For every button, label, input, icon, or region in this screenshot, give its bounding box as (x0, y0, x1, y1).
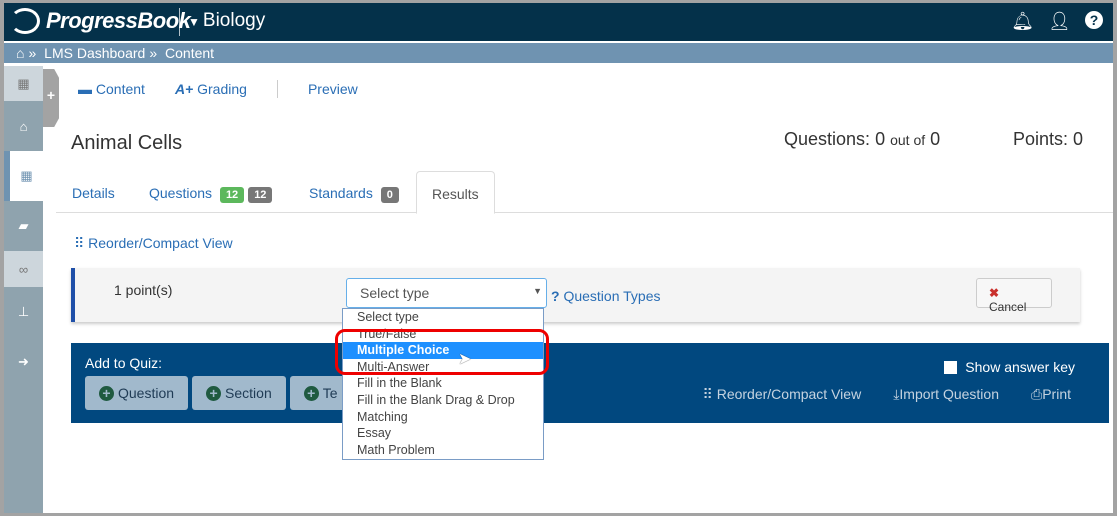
bell-icon[interactable]: 🔔︎ (1011, 11, 1034, 32)
divider (179, 8, 180, 36)
label: out of (890, 132, 926, 148)
value: 0 (875, 129, 886, 149)
expand-plus-tab[interactable]: + (43, 69, 59, 127)
question-type-select[interactable]: Select type ▼ (346, 278, 547, 308)
print-icon: ⎙ (1031, 386, 1043, 402)
sidebar: ▦ ⌂ ▦ ▰ ∞ ⊥ ➜ (4, 66, 43, 513)
cancel-button[interactable]: ✖ Cancel (976, 278, 1052, 314)
question-types-link[interactable]: ? Question Types (551, 288, 660, 304)
value: 0 (930, 129, 941, 149)
caret-down-icon: ▼ (188, 15, 200, 29)
add-question-button[interactable]: + Question (85, 376, 189, 410)
breadcrumb-lms-dashboard[interactable]: LMS Dashboard (44, 45, 145, 61)
course-selector[interactable]: ▼ Biology (188, 10, 265, 32)
top-bar: ProgressBook ▼ Biology 🔔︎ 👤︎ ? (4, 3, 1113, 41)
dropdown-option[interactable]: Fill in the Blank Drag & Drop (343, 392, 543, 409)
subnav-label: Grading (197, 81, 247, 97)
help-icon[interactable]: ? (1085, 11, 1103, 29)
folder-icon: ▬ (78, 81, 96, 97)
subnav-label: Content (95, 81, 145, 97)
brand-name: ProgressBook (46, 8, 191, 33)
new-question-panel: 1 point(s) Select type ▼ ? Question Types… (71, 268, 1080, 322)
tab-standards[interactable]: Standards 0 (309, 185, 399, 203)
link-label: Import Question (899, 386, 999, 402)
plus-circle-icon: + (206, 385, 222, 401)
user-icon[interactable]: 👤︎ (1048, 11, 1071, 32)
logo[interactable]: ProgressBook (10, 8, 191, 34)
tab-results[interactable]: Results (416, 171, 495, 214)
subnav-grading[interactable]: A+ Grading (175, 81, 247, 97)
subnav-content[interactable]: ▬ Content (78, 81, 145, 97)
button-label: Cancel (989, 300, 1027, 314)
button-label: Question (118, 385, 175, 401)
add-to-quiz-label: Add to Quiz: (85, 355, 163, 371)
page-title: Animal Cells (71, 132, 183, 154)
close-icon: ✖ (989, 286, 1000, 300)
tab-label: Standards (309, 185, 373, 201)
count-badge: 12 (219, 187, 245, 203)
show-answer-key-toggle[interactable]: Show answer key (944, 359, 1075, 375)
caret-down-icon: ▼ (533, 286, 542, 296)
tab-bar: Details Questions 12 12 Standards 0 Resul… (56, 171, 1113, 214)
home-icon[interactable]: ⌂ (16, 45, 24, 61)
count-badge: 0 (380, 187, 399, 203)
home-icon[interactable]: ⌂ (4, 101, 43, 151)
add-to-quiz-toolbar: Add to Quiz: + Question + Section + Te Show… (71, 343, 1109, 423)
progressbook-logo-icon (10, 8, 40, 34)
chevron-icon: » (149, 45, 158, 61)
course-name: Biology (202, 10, 266, 31)
grade-icon: A+ (174, 81, 198, 97)
question-mark-icon: ? (551, 288, 564, 304)
chevron-icon: » (28, 45, 37, 61)
reorder-compact-view-button[interactable]: ⠿ Reorder/Compact View (703, 386, 862, 403)
calendar-icon[interactable]: ▦ (4, 66, 43, 101)
sitemap-icon[interactable]: ⊥ (4, 287, 43, 337)
select-value: Select type (360, 285, 430, 301)
add-section-button[interactable]: + Section (192, 376, 286, 410)
breadcrumb: ⌂» LMS Dashboard» Content (4, 43, 1113, 63)
label: Questions: (784, 129, 871, 149)
plus-circle-icon: + (99, 385, 114, 401)
dashboard-icon[interactable]: ▦ (4, 151, 43, 201)
dropdown-option[interactable]: Matching (343, 409, 543, 426)
questions-count: Questions: 0 out of 0 (784, 129, 940, 150)
link-label: Print (1042, 386, 1071, 402)
count-badge: 12 (248, 187, 273, 203)
checkbox[interactable] (944, 360, 958, 374)
app-window: ProgressBook ▼ Biology 🔔︎ 👤︎ ? ⌂» LMS Das… (4, 3, 1113, 513)
reorder-compact-view-link[interactable]: ⠿ Reorder/Compact View (74, 235, 233, 252)
link-icon[interactable]: ∞ (4, 251, 43, 287)
import-question-button[interactable]: ⤓Import Question (893, 386, 999, 403)
button-label: Te (322, 385, 338, 401)
tab-details[interactable]: Details (72, 185, 115, 201)
breadcrumb-content[interactable]: Content (165, 45, 214, 61)
link-label: Reorder/Compact View (716, 386, 862, 402)
dropdown-option[interactable]: Select type (343, 309, 543, 326)
dropdown-option[interactable]: Fill in the Blank (343, 375, 543, 392)
plus-circle-icon: + (303, 385, 319, 401)
drag-handle-icon: ⠿ (74, 235, 89, 251)
points-total: Points: 0 (1013, 129, 1084, 149)
print-button[interactable]: ⎙Print (1031, 386, 1071, 403)
points-label: 1 point(s) (114, 282, 173, 298)
checkbox-label: Show answer key (965, 359, 1075, 375)
tab-label: Questions (149, 185, 213, 201)
drag-handle-icon: ⠿ (702, 386, 717, 402)
button-label: Section (225, 385, 272, 401)
book-icon[interactable]: ▰ (4, 201, 43, 251)
subnav-preview[interactable]: Preview (308, 81, 358, 97)
mouse-cursor-icon: ➤ (458, 351, 472, 368)
tab-questions[interactable]: Questions 12 12 (149, 185, 273, 203)
sign-out-icon[interactable]: ➜ (4, 337, 43, 387)
dropdown-option[interactable]: Essay (343, 425, 543, 442)
dropdown-option[interactable]: Math Problem (343, 442, 543, 459)
link-label: Question Types (563, 288, 661, 304)
highlight-annotation (335, 329, 549, 375)
divider (276, 80, 278, 98)
link-label: Reorder/Compact View (88, 235, 233, 251)
